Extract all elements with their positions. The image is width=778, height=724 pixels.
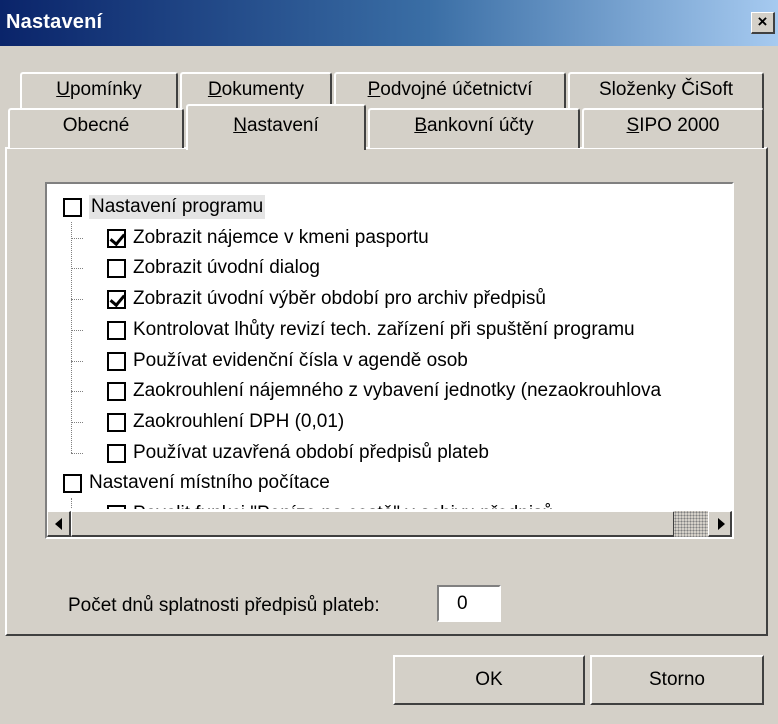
checkbox[interactable] xyxy=(107,382,126,401)
scroll-thumb[interactable] xyxy=(71,511,675,537)
tree-item[interactable]: Zobrazit nájemce v kmeni pasportu xyxy=(47,226,732,250)
tree-connector xyxy=(71,361,83,362)
tree-item[interactable]: Zobrazit úvodní výběr období pro archiv … xyxy=(47,287,732,311)
checkbox[interactable] xyxy=(107,413,126,432)
ok-button[interactable]: OK xyxy=(393,655,585,705)
tree-item[interactable]: Nastavení programu xyxy=(47,195,732,219)
scroll-right-button[interactable] xyxy=(708,511,732,537)
tree-connector xyxy=(71,268,83,269)
due-days-label: Počet dnů splatnosti předpisů plateb: xyxy=(68,595,380,616)
tree-item-label: Zaokrouhlení nájemného z vybavení jednot… xyxy=(133,380,662,401)
scroll-grip xyxy=(674,511,708,537)
tab-slozenky-cisoft[interactable]: Složenky ČiSoft xyxy=(568,72,764,110)
tree-item[interactable]: Zaokrouhlení nájemného z vybavení jednot… xyxy=(47,379,732,403)
tab-podvojne-ucetnictvi[interactable]: Podvojné účetnictví xyxy=(334,72,566,110)
tree-branch-line xyxy=(71,222,72,453)
arrow-right-icon xyxy=(718,518,725,530)
tree-connector xyxy=(71,238,83,239)
settings-tree[interactable]: Nastavení programu Zobrazit nájemce v kme… xyxy=(45,182,734,539)
close-button[interactable]: × xyxy=(751,12,775,34)
tab-sipo-2000[interactable]: SIPO 2000 xyxy=(582,108,764,148)
tree-item-label: Zobrazit úvodní výběr období pro archiv … xyxy=(133,288,546,309)
tree-item[interactable]: Používat evidenční čísla v agendě osob xyxy=(47,349,732,373)
tree-connector xyxy=(71,330,83,331)
cancel-button[interactable]: Storno xyxy=(590,655,764,705)
tree-item-label: Nastavení programu xyxy=(89,195,266,219)
tree-item[interactable]: Zaokrouhlení DPH (0,01) xyxy=(47,410,732,434)
tree-item-label: Zobrazit nájemce v kmeni pasportu xyxy=(133,227,429,248)
checkbox[interactable] xyxy=(107,259,126,278)
arrow-left-icon xyxy=(55,518,62,530)
tree-item[interactable]: Nastavení místního počítace xyxy=(47,471,732,495)
tree-content: Nastavení programu Zobrazit nájemce v kme… xyxy=(47,184,732,509)
tree-connector xyxy=(71,391,83,392)
tree-connector xyxy=(71,422,83,423)
tree-item-label: Povolit funkci "Peníze na cestě" v achiv… xyxy=(133,502,553,509)
checkbox[interactable] xyxy=(107,505,126,509)
tree-item-label: Zobrazit úvodní dialog xyxy=(133,257,320,278)
tree-item[interactable]: Kontrolovat lhůty revizí tech. zařízení … xyxy=(47,318,732,342)
tree-connector xyxy=(71,453,83,454)
checkbox[interactable] xyxy=(107,444,126,463)
tree-item[interactable]: Zobrazit úvodní dialog xyxy=(47,256,732,280)
tree-branch-line xyxy=(71,498,72,509)
tab-obecne[interactable]: Obecné xyxy=(8,108,184,148)
checkbox[interactable] xyxy=(107,352,126,371)
tree-connector xyxy=(71,299,83,300)
settings-dialog: Nastavení × Upomínky Dokumenty Podvojné … xyxy=(0,0,778,724)
tree-item-label: Používat evidenční čísla v agendě osob xyxy=(133,350,468,371)
tree-item-label: Nastavení místního počítace xyxy=(89,472,330,493)
tree-item-label: Kontrolovat lhůty revizí tech. zařízení … xyxy=(133,319,635,340)
checkbox[interactable] xyxy=(107,321,126,340)
checkbox[interactable] xyxy=(63,474,82,493)
due-days-input[interactable]: 0 xyxy=(437,585,501,622)
tab-upominky[interactable]: Upomínky xyxy=(20,72,178,110)
window-title: Nastavení xyxy=(6,11,103,33)
tab-bankovni-ucty[interactable]: Bankovní účty xyxy=(368,108,580,148)
checkbox[interactable] xyxy=(63,198,82,217)
tree-item[interactable]: Povolit funkci "Peníze na cestě" v achiv… xyxy=(47,502,732,509)
tree-item-label: Zaokrouhlení DPH (0,01) xyxy=(133,411,345,432)
scroll-left-button[interactable] xyxy=(47,511,71,537)
close-icon: × xyxy=(757,12,768,31)
tab-nastaveni[interactable]: Nastavení xyxy=(186,104,366,150)
horizontal-scrollbar[interactable] xyxy=(47,511,732,537)
title-bar[interactable]: Nastavení × xyxy=(0,0,778,46)
checked-checkbox[interactable] xyxy=(107,290,126,309)
tree-item-label: Používat uzavřená období předpisů plateb xyxy=(133,442,489,463)
tree-item[interactable]: Používat uzavřená období předpisů plateb xyxy=(47,441,732,465)
checked-checkbox[interactable] xyxy=(107,229,126,248)
